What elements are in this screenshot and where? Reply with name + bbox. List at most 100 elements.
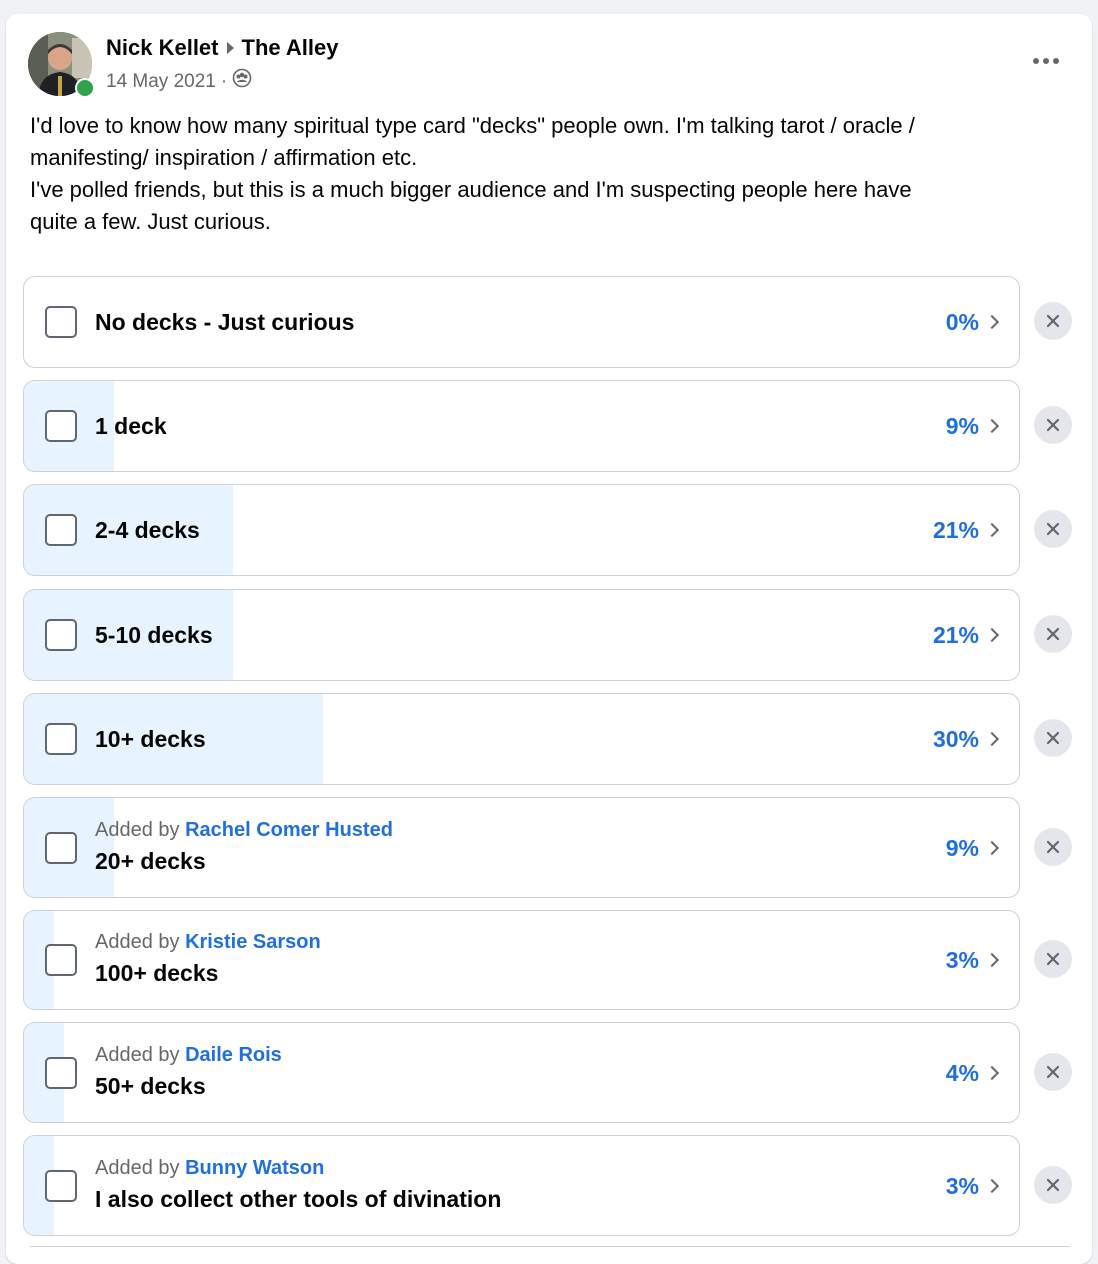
poll-option-percent-value: 0% [945,309,979,335]
poll-option-label: 2-4 decks [95,517,200,543]
poll-option[interactable]: 2-4 decks 21% [23,484,1020,576]
post-text-line: manifesting/ inspiration / affirmation e… [30,145,418,170]
poll-option-label: No decks - Just curious [95,309,355,335]
remove-option-button[interactable] [1034,406,1072,444]
poll-option-label: 50+ decks [95,1072,206,1099]
poll-option-added-by: Added by Bunny Watson [95,1156,324,1180]
more-dot-icon [1053,58,1059,64]
group-audience-icon [232,68,252,95]
poll-option-percent-value: 21% [932,517,979,543]
poll-option-checkbox[interactable] [45,514,77,546]
poll-option-label: I also collect other tools of divination [95,1185,502,1212]
added-by-name[interactable]: Kristie Sarson [185,931,321,953]
close-icon [1046,627,1060,641]
poll-option-added-by: Added by Kristie Sarson [95,930,321,954]
remove-option-button[interactable] [1034,510,1072,548]
added-by-name[interactable]: Bunny Watson [185,1157,324,1179]
post-text-line: I've polled friends, but this is a much … [30,177,912,202]
remove-option-button[interactable] [1034,615,1072,653]
chevron-right-icon [984,418,1000,434]
chevron-right-icon [984,627,1000,643]
poll-option-percent-value: 21% [932,622,979,648]
separator-dot: · [220,70,228,92]
poll-option-percent-value: 4% [945,1059,979,1086]
close-icon [1046,1178,1060,1191]
online-status-indicator [75,78,95,98]
chevron-right-icon [984,522,1000,538]
remove-option-button[interactable] [1034,302,1072,340]
poll-option-checkbox[interactable] [45,619,77,651]
poll-option-checkbox[interactable] [45,1169,77,1202]
post-date[interactable]: 14 May 2021 [106,70,216,94]
poll-option-checkbox[interactable] [45,306,77,338]
close-icon [1046,1065,1060,1078]
poll-option-percent-value: 3% [945,947,979,973]
group-name[interactable]: The Alley [242,34,339,62]
poll-option-percent-value: 3% [945,1172,979,1199]
poll-option-label: 10+ decks [95,726,206,752]
poll-option-label: 20+ decks [95,847,206,874]
post-meta: 14 May 2021 · [106,68,252,95]
poll-option-percent[interactable]: 9% [945,834,1000,862]
post-card: Nick Kellet The Alley 14 May 2021 · I'd … [6,14,1092,1264]
poll-option-percent[interactable]: 3% [945,946,1000,974]
more-dot-icon [1033,58,1039,64]
close-icon [1046,952,1060,966]
poll-option-percent-value: 9% [945,834,979,861]
poll-option-checkbox[interactable] [45,944,77,976]
poll-option-label: 5-10 decks [95,622,213,648]
poll-option[interactable]: No decks - Just curious 0% [23,276,1020,368]
poll-option-checkbox[interactable] [45,1056,77,1089]
poll-option-percent[interactable]: 4% [945,1059,1000,1087]
poll-option-percent[interactable]: 3% [945,1172,1000,1200]
triangle-right-icon [226,42,234,54]
poll-option-percent[interactable]: 9% [945,412,1000,440]
poll-option[interactable]: 5-10 decks 21% [23,589,1020,681]
close-icon [1046,522,1060,536]
poll-option-label: 1 deck [95,413,167,439]
poll-option-label: 100+ decks [95,960,219,986]
post-text-line: quite a few. Just curious. [30,209,271,234]
close-icon [1046,731,1060,745]
divider [30,1246,1070,1247]
poll-option-percent-value: 30% [932,726,979,752]
poll-option-added-by: Added by Rachel Comer Husted [95,818,393,842]
poll-option-percent[interactable]: 30% [932,725,1000,753]
poll-option[interactable]: 1 deck 9% [23,380,1020,472]
remove-option-button[interactable] [1034,1165,1072,1204]
remove-option-button[interactable] [1034,1052,1072,1091]
remove-option-button[interactable] [1034,827,1072,866]
more-dot-icon [1043,58,1049,64]
poll-option-percent[interactable]: 21% [932,516,1000,544]
chevron-right-icon [984,1065,1000,1080]
post-text-line: I'd love to know how many spiritual type… [30,113,915,138]
poll-option[interactable]: Added by Daile Rois 50+ decks 4% [23,1022,1020,1123]
poll-option[interactable]: 10+ decks 30% [23,693,1020,785]
author-name[interactable]: Nick Kellet [106,34,219,62]
poll-option[interactable]: Added by Kristie Sarson 100+ decks 3% [23,910,1020,1010]
poll-option-percent[interactable]: 21% [932,621,1000,649]
poll-option-checkbox[interactable] [45,410,77,442]
chevron-right-icon [984,952,1000,968]
poll-option-checkbox[interactable] [45,831,77,864]
more-options-button[interactable] [1026,46,1066,76]
remove-option-button[interactable] [1034,719,1072,757]
post-text: I'd love to know how many spiritual type… [30,110,1050,238]
remove-option-button[interactable] [1034,940,1072,978]
added-by-prefix: Added by [95,1043,180,1066]
poll-option[interactable]: Added by Bunny Watson I also collect othe… [23,1135,1020,1236]
poll-option-checkbox[interactable] [45,723,77,755]
added-by-prefix: Added by [95,818,180,841]
added-by-prefix: Added by [95,1156,180,1179]
added-by-name[interactable]: Rachel Comer Husted [185,819,393,841]
post-header: Nick Kellet The Alley [106,34,339,62]
close-icon [1046,314,1060,328]
added-by-name[interactable]: Daile Rois [185,1044,282,1066]
chevron-right-icon [984,840,1000,855]
poll-option-percent-value: 9% [945,413,979,439]
chevron-right-icon [984,1178,1000,1193]
poll-option-percent[interactable]: 0% [945,308,1000,336]
added-by-prefix: Added by [95,931,180,953]
poll-option[interactable]: Added by Rachel Comer Husted 20+ decks 9% [23,797,1020,898]
poll-option-added-by: Added by Daile Rois [95,1043,282,1067]
